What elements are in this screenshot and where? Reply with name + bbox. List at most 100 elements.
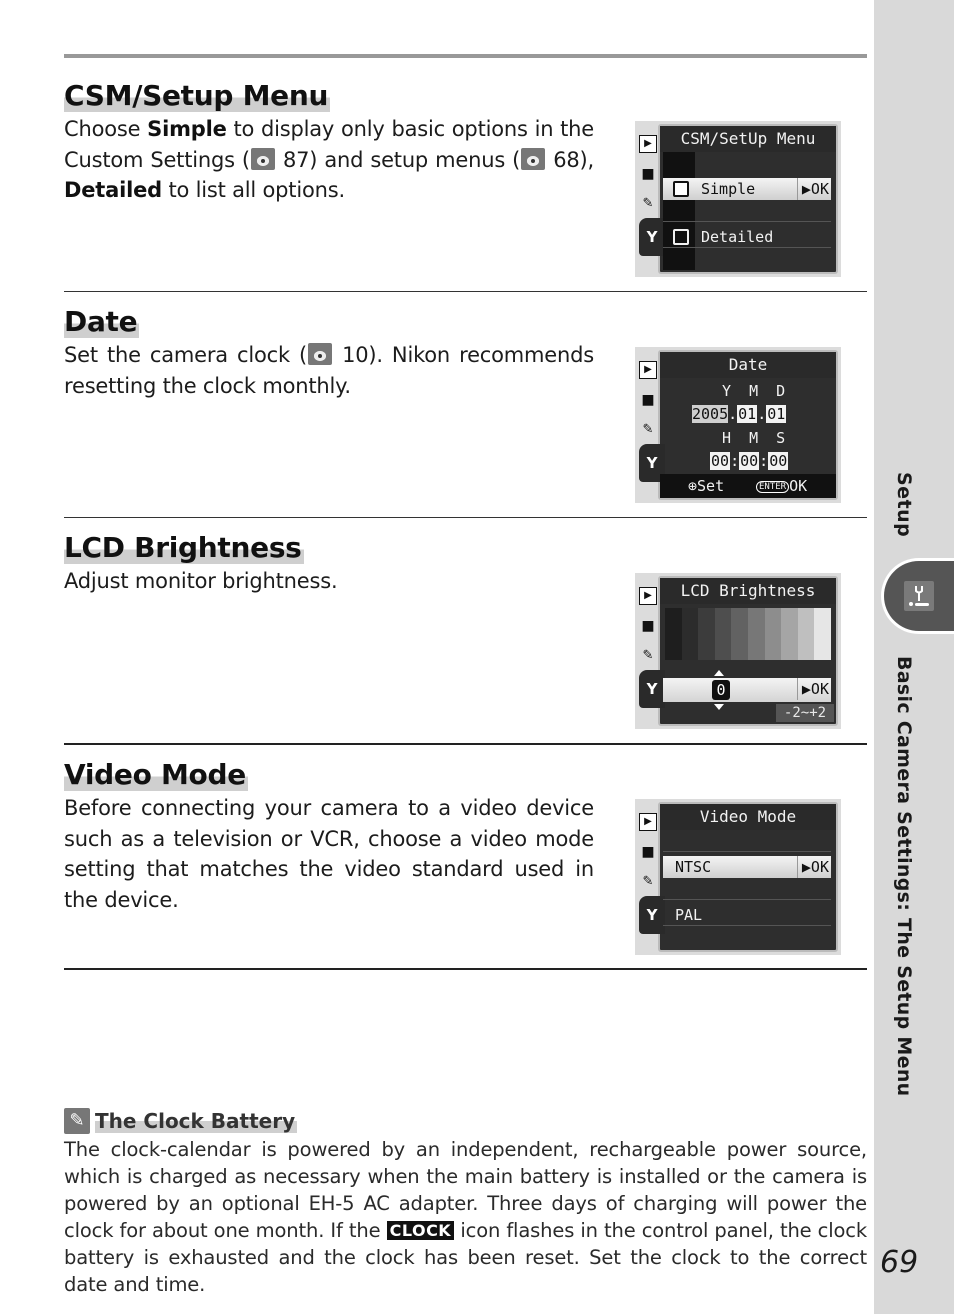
playback-icon: ▶ <box>639 813 657 831</box>
pencil-note-icon: ✎ <box>64 1108 90 1134</box>
custom-settings-pencil-icon: ✎ <box>642 648 654 663</box>
grayscale-step <box>698 608 715 660</box>
top-rule <box>64 54 867 58</box>
menu-row-empty <box>663 878 831 900</box>
hour-field[interactable]: 00 <box>710 452 731 470</box>
shooting-icon: ■ <box>641 618 655 634</box>
decrease-arrow-icon[interactable] <box>714 704 724 710</box>
menu-list-icon <box>673 229 689 245</box>
section-lcd-brightness: LCD Brightness Adjust monitor brightness… <box>64 532 594 597</box>
page-reference-icon <box>250 147 275 170</box>
clock-indicator-badge: CLOCK <box>386 1221 455 1240</box>
grayscale-step <box>764 608 782 660</box>
second-field[interactable]: 00 <box>768 452 789 470</box>
menu-row-empty <box>663 830 831 852</box>
enter-button-icon: ENTER <box>756 481 790 493</box>
camera-screen-lcd-brightness: ▶ ■ ✎ Y LCD Brightness 0 ▶OK -2~+2 <box>635 573 841 729</box>
divider <box>64 517 867 518</box>
setup-tab <box>881 558 954 634</box>
page-number: 69 <box>880 1245 919 1280</box>
screen-title: LCD Brightness <box>660 578 836 604</box>
section-csm-setup-menu: CSM/Setup Menu Choose Simple to display … <box>64 80 594 206</box>
divider <box>64 291 867 292</box>
grayscale-step <box>814 608 831 660</box>
section-date: Date Set the camera clock ( 10). Nikon r… <box>64 306 594 401</box>
playback-icon: ▶ <box>639 361 657 379</box>
section-body: Before connecting your camera to a video… <box>64 796 594 912</box>
page-reference[interactable]: 68 <box>546 148 580 172</box>
day-field[interactable]: 01 <box>766 405 787 423</box>
page-reference-icon <box>308 343 333 365</box>
camera-screen-video-mode: ▶ ■ ✎ Y Video Mode NTSC ▶OK PAL <box>635 799 841 955</box>
setup-wrench-icon: Y <box>639 896 665 934</box>
custom-settings-pencil-icon: ✎ <box>642 422 654 437</box>
year-field[interactable]: 2005 <box>692 405 729 423</box>
chapter-title: Basic Camera Settings: The Setup Menu <box>893 656 915 1097</box>
menu-option-ntsc[interactable]: NTSC ▶OK <box>663 856 831 878</box>
section-body: Adjust monitor brightness. <box>64 569 338 593</box>
section-body: Set the camera clock ( 10). Nikon recomm… <box>64 343 595 398</box>
bold-term: Detailed <box>64 178 162 202</box>
brightness-value[interactable]: 0 <box>712 680 730 700</box>
divider <box>64 743 867 745</box>
note-body: The clock-calendar is powered by an inde… <box>64 1138 867 1296</box>
menu-option-simple[interactable]: Simple ▶OK <box>663 178 831 200</box>
date-values: 2005.01.01 <box>692 405 787 423</box>
section-title: LCD Brightness <box>64 531 304 564</box>
shooting-icon: ■ <box>641 844 655 860</box>
ok-label: OK <box>789 477 808 495</box>
ok-indicator: ▶OK <box>797 178 831 200</box>
grayscale-step <box>731 608 748 660</box>
minute-field[interactable]: 00 <box>739 452 760 470</box>
menu-row-empty <box>663 200 831 222</box>
grayscale-test-bar <box>665 608 831 660</box>
custom-settings-pencil-icon: ✎ <box>642 874 654 889</box>
month-field[interactable]: 01 <box>737 405 758 423</box>
grayscale-step <box>781 608 798 660</box>
section-video-mode: Video Mode Before connecting your camera… <box>64 759 594 915</box>
screen-title: Video Mode <box>660 804 836 830</box>
ok-indicator: ▶OK <box>797 678 831 700</box>
shooting-icon: ■ <box>641 392 655 408</box>
menu-list-icon <box>673 181 689 197</box>
shooting-icon: ■ <box>641 166 655 182</box>
page-reference-icon <box>521 147 546 170</box>
bold-term: Simple <box>147 117 227 141</box>
date-header: Y M D <box>722 382 786 400</box>
ok-indicator: ▶OK <box>797 856 831 878</box>
wrench-setup-icon <box>904 581 934 611</box>
section-title: Video Mode <box>64 758 248 791</box>
page-reference[interactable]: 87 <box>276 148 310 172</box>
clock-battery-note: ✎ The Clock Battery The clock-calendar i… <box>64 1108 867 1298</box>
side-section-label: Setup <box>893 472 915 538</box>
increase-arrow-icon[interactable] <box>714 670 724 676</box>
divider <box>64 968 867 970</box>
grayscale-step <box>714 608 732 660</box>
playback-icon: ▶ <box>639 135 657 153</box>
screen-title: Date <box>660 352 836 378</box>
brightness-range: -2~+2 <box>776 704 834 722</box>
page-reference[interactable]: 10 <box>333 343 369 367</box>
brightness-control-row[interactable]: 0 ▶OK <box>663 678 831 702</box>
grayscale-step <box>797 608 815 660</box>
section-title: Date <box>64 305 140 338</box>
grayscale-step <box>681 608 699 660</box>
menu-option-pal[interactable]: PAL <box>663 904 831 926</box>
set-label: Set <box>697 477 725 495</box>
multi-selector-icon: ⊕ <box>688 477 698 495</box>
time-values: 00:00:00 <box>710 452 789 470</box>
grayscale-step <box>747 608 765 660</box>
time-header: H M S <box>722 429 786 447</box>
screen-footer: ⊕Set ENTER OK <box>660 474 836 498</box>
section-body: Choose Simple to display only basic opti… <box>64 117 594 202</box>
custom-settings-pencil-icon: ✎ <box>642 196 654 211</box>
camera-screen-date: ▶ ■ ✎ Y Date Y M D 2005.01.01 H M S 00:0… <box>635 347 841 503</box>
playback-icon: ▶ <box>639 587 657 605</box>
setup-wrench-icon: Y <box>639 218 665 256</box>
screen-title: CSM/SetUp Menu <box>660 126 836 152</box>
setup-wrench-icon: Y <box>639 670 665 708</box>
section-title: CSM/Setup Menu <box>64 79 331 112</box>
menu-option-detailed[interactable]: Detailed <box>663 226 831 248</box>
note-title: The Clock Battery <box>95 1109 298 1133</box>
camera-screen-csm-setup: ▶ ■ ✎ Y CSM/SetUp Menu Simple ▶OK Detail… <box>635 121 841 277</box>
